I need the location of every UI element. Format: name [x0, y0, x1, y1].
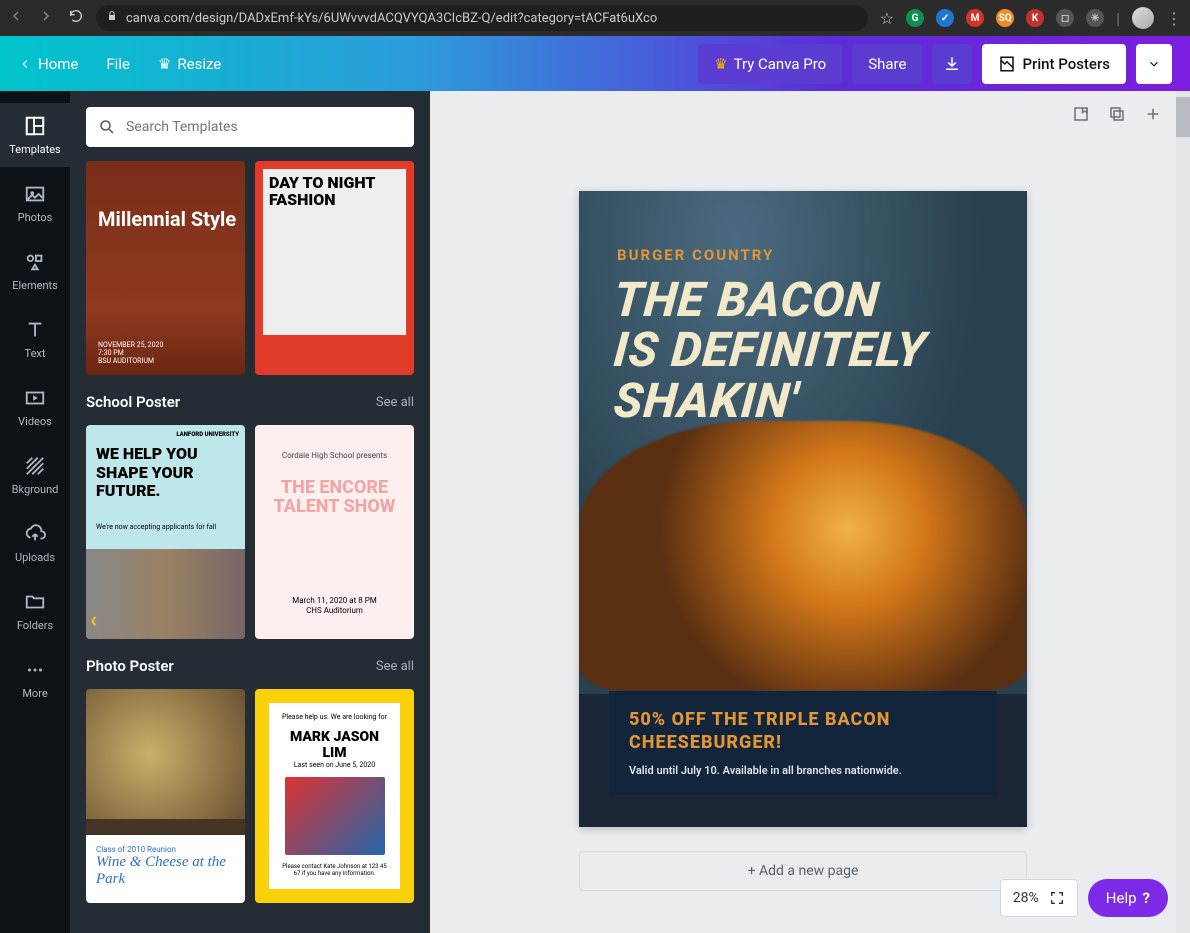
browser-nav — [8, 8, 84, 28]
url-text: canva.com/design/DADxEmf-kYs/6UWvvvdACQV… — [126, 11, 657, 26]
share-button[interactable]: Share — [852, 44, 922, 84]
poster-icon — [998, 55, 1016, 73]
crown-icon: ♛ — [158, 55, 171, 73]
poster-brand[interactable]: BURGER COUNTRY — [617, 246, 774, 264]
search-input[interactable] — [126, 119, 402, 135]
app-header: Home File ♛ Resize ♛ Try Canva Pro Share… — [0, 36, 1190, 91]
see-all-link[interactable]: See all — [376, 659, 414, 674]
print-posters-button[interactable]: Print Posters — [982, 44, 1126, 84]
search-icon — [98, 118, 116, 136]
nav-folders[interactable]: Folders — [0, 579, 70, 643]
poster-offer: 50% OFF THE TRIPLE BACON CHEESEBURGER! — [629, 709, 977, 754]
section-title: School Poster — [86, 393, 180, 411]
poster-design[interactable]: BURGER COUNTRY THE BACON IS DEFINITELY S… — [579, 191, 1027, 827]
ext-snow-icon[interactable]: ✳ — [1086, 9, 1104, 27]
page-toolbar — [1072, 105, 1162, 127]
back-icon[interactable] — [8, 8, 24, 28]
add-page-icon[interactable] — [1144, 105, 1162, 127]
canvas-area: BURGER COUNTRY THE BACON IS DEFINITELY S… — [430, 91, 1190, 933]
vertical-scrollbar[interactable] — [1176, 91, 1190, 933]
ext-grammarly-icon[interactable]: G — [906, 9, 924, 27]
ext-k-icon[interactable]: K — [1026, 9, 1044, 27]
template-card[interactable]: Cordale High School presents THE ENCORE … — [255, 425, 414, 639]
file-menu[interactable]: File — [106, 55, 130, 73]
template-card[interactable]: LANFORD UNIVERSITY WE HELP YOU SHAPE YOU… — [86, 425, 245, 639]
download-button[interactable] — [932, 44, 972, 84]
nav-elements[interactable]: Elements — [0, 239, 70, 303]
duplicate-icon[interactable] — [1108, 105, 1126, 127]
poster-headline[interactable]: THE BACON IS DEFINITELY SHAKIN' — [614, 275, 1007, 426]
poster-subtext: Valid until July 10. Available in all br… — [629, 764, 977, 777]
chevron-down-icon — [1147, 57, 1161, 71]
nav-photos[interactable]: Photos — [0, 171, 70, 235]
forward-icon[interactable] — [38, 8, 54, 28]
zoom-control[interactable]: 28% — [1000, 879, 1078, 917]
menu-dots-icon[interactable]: ⋮ — [1166, 9, 1182, 28]
extension-icons: G ✓ M SQ K ◻ ✳ | ⋮ — [906, 7, 1182, 29]
poster-image-overlay — [579, 421, 1027, 691]
nav-background[interactable]: Bkground — [0, 443, 70, 507]
crown-icon: ♛ — [714, 55, 727, 73]
ext-sq-icon[interactable]: SQ — [996, 9, 1014, 27]
print-dropdown[interactable] — [1136, 44, 1172, 84]
help-button[interactable]: Help ? — [1088, 879, 1168, 917]
reload-icon[interactable] — [68, 8, 84, 28]
fullscreen-icon[interactable] — [1049, 890, 1065, 906]
url-bar[interactable]: canva.com/design/DADxEmf-kYs/6UWvvvdACQV… — [96, 5, 868, 31]
browser-chrome: canva.com/design/DADxEmf-kYs/6UWvvvdACQV… — [0, 0, 1190, 36]
lock-icon — [106, 10, 118, 26]
zoom-value: 28% — [1013, 890, 1039, 906]
nav-rail: Templates Photos Elements Text Videos Bk… — [0, 91, 70, 933]
template-card[interactable]: DAY TO NIGHT FASHION — [255, 161, 414, 375]
try-pro-button[interactable]: ♛ Try Canva Pro — [698, 44, 842, 84]
ext-shield-icon[interactable]: ◻ — [1056, 9, 1074, 27]
see-all-link[interactable]: See all — [376, 395, 414, 410]
notes-icon[interactable] — [1072, 105, 1090, 127]
arrow-left-icon: ‹ — [90, 608, 97, 633]
home-label: Home — [38, 55, 78, 73]
ext-check-icon[interactable]: ✓ — [936, 9, 954, 27]
nav-uploads[interactable]: Uploads — [0, 511, 70, 575]
nav-templates[interactable]: Templates — [0, 103, 70, 167]
template-card[interactable]: Millennial Style NOVEMBER 25, 20207:30 P… — [86, 161, 245, 375]
nav-text[interactable]: Text — [0, 307, 70, 371]
poster-footer[interactable]: 50% OFF THE TRIPLE BACON CHEESEBURGER! V… — [609, 691, 997, 795]
template-card[interactable]: Please help us. We are looking for MARK … — [255, 689, 414, 903]
home-button[interactable]: Home — [18, 55, 78, 73]
template-card[interactable]: Class of 2010 Reunion Wine & Cheese at t… — [86, 689, 245, 903]
star-icon[interactable]: ☆ — [880, 9, 894, 28]
nav-more[interactable]: More — [0, 647, 70, 711]
profile-avatar[interactable] — [1132, 7, 1154, 29]
add-page-button[interactable]: + Add a new page — [579, 851, 1027, 891]
resize-menu[interactable]: ♛ Resize — [158, 55, 221, 73]
ext-gmail-icon[interactable]: M — [966, 9, 984, 27]
nav-videos[interactable]: Videos — [0, 375, 70, 439]
section-title: Photo Poster — [86, 657, 174, 675]
download-icon — [943, 55, 961, 73]
templates-panel: Millennial Style NOVEMBER 25, 20207:30 P… — [70, 91, 430, 933]
question-icon: ? — [1143, 889, 1150, 907]
search-box[interactable] — [86, 107, 414, 147]
